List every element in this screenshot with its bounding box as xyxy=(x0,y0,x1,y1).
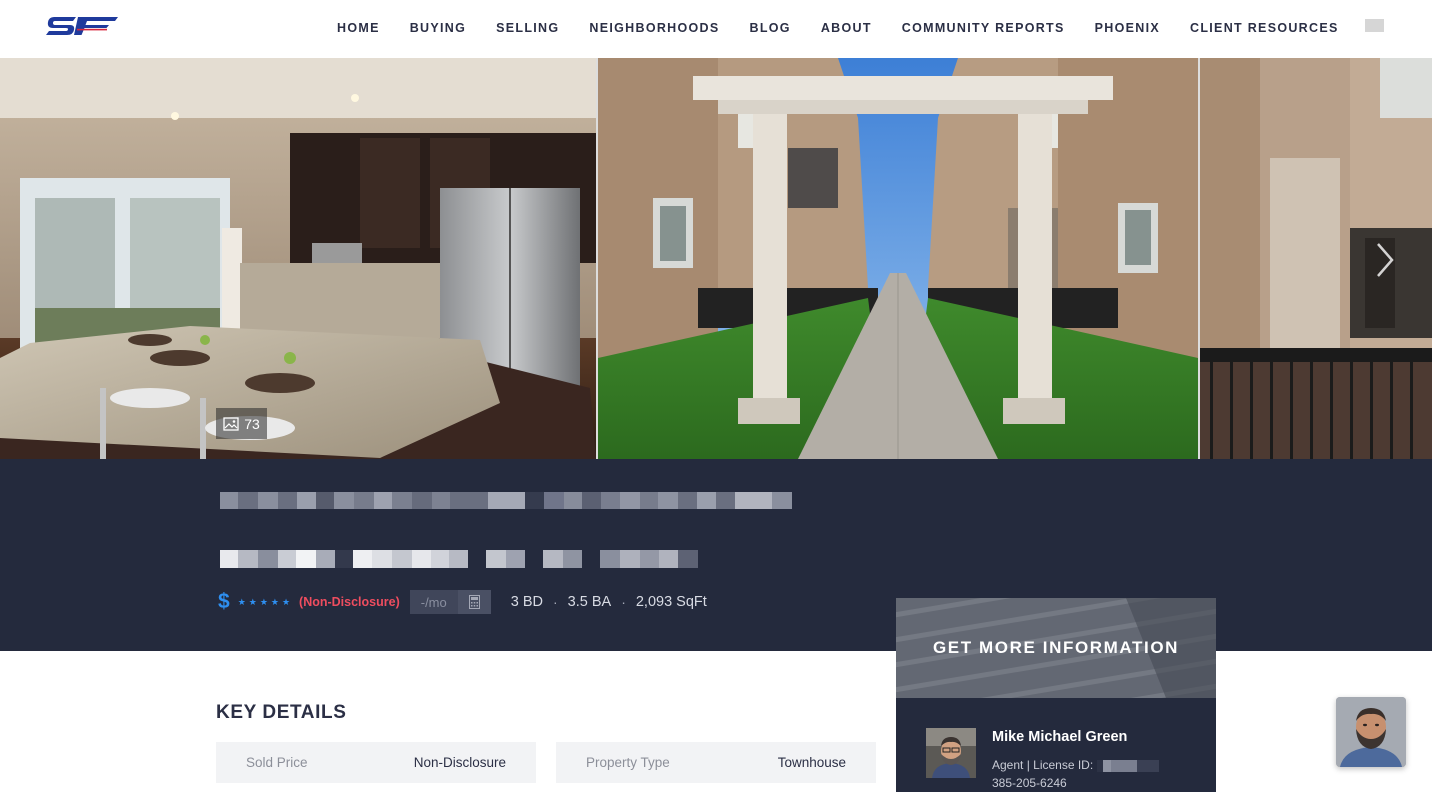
spec-separator: · xyxy=(621,594,626,610)
listing-summary-band xyxy=(0,459,1432,651)
spec-separator: · xyxy=(552,594,558,610)
gallery-photo-exterior[interactable] xyxy=(598,58,1198,459)
photo-gallery xyxy=(0,58,1432,459)
info-panel-title: GET MORE INFORMATION xyxy=(932,638,1180,657)
main-nav: HOME BUYING SELLING NEIGHBORHOODS BLOG A… xyxy=(337,21,1369,35)
detail-sold-price: Sold Price Non-Disclosure xyxy=(216,742,536,783)
agent-license-label: Agent | License ID: xyxy=(992,758,1094,772)
dollar-icon: $ xyxy=(218,590,230,613)
image-icon xyxy=(223,416,239,431)
redacted-address xyxy=(220,492,792,509)
nav-phoenix[interactable]: PHOENIX xyxy=(1095,21,1160,35)
redacted-city xyxy=(220,550,698,568)
calculator-icon xyxy=(458,590,491,614)
nav-selling[interactable]: SELLING xyxy=(496,21,559,35)
baths-count: 3.5 BA xyxy=(567,594,612,610)
sf-logo[interactable] xyxy=(46,14,118,38)
info-panel-header: GET MORE INFORMATION xyxy=(896,598,1216,698)
contact-agent-panel: GET MORE INFORMATION Mike Michael Green … xyxy=(896,598,1216,792)
square-footage: 2,093 SqFt xyxy=(635,594,707,610)
mortgage-calculator-button[interactable]: -/mo xyxy=(409,590,491,614)
beds-count: 3 BD xyxy=(510,594,543,610)
agent-phone-link[interactable]: 385-205-6246 xyxy=(992,776,1067,790)
agent-name: Mike Michael Green xyxy=(992,729,1128,745)
nav-client-resources[interactable]: CLIENT RESOURCES xyxy=(1190,21,1339,35)
nav-blog[interactable]: BLOG xyxy=(750,21,791,35)
agent-avatar[interactable] xyxy=(926,728,976,778)
chat-agent-avatar xyxy=(1336,697,1406,767)
nav-community-reports[interactable]: COMMUNITY REPORTS xyxy=(902,21,1065,35)
price-stars: ★★★★★ xyxy=(237,596,294,607)
key-details-heading: KEY DETAILS xyxy=(216,702,347,723)
photo-count-badge[interactable]: 73 xyxy=(216,408,267,439)
detail-value: Non-Disclosure xyxy=(413,755,506,770)
detail-label: Sold Price xyxy=(246,755,308,770)
detail-property-type: Property Type Townhouse xyxy=(556,742,876,783)
nav-home[interactable]: HOME xyxy=(337,21,380,35)
gallery-next-icon[interactable] xyxy=(1372,240,1398,280)
nav-buying[interactable]: BUYING xyxy=(410,21,466,35)
gallery-photo-kitchen[interactable] xyxy=(0,58,596,459)
price-nondisclosure: (Non-Disclosure) xyxy=(299,595,400,609)
price-row: $ ★★★★★ (Non-Disclosure) -/mo 3 BD · 3.5… xyxy=(218,590,707,614)
nav-neighborhoods[interactable]: NEIGHBORHOODS xyxy=(589,21,719,35)
site-header: HOME BUYING SELLING NEIGHBORHOODS BLOG A… xyxy=(0,0,1432,58)
mortgage-monthly-value: -/mo xyxy=(409,590,458,614)
photo-count-value: 73 xyxy=(244,415,260,432)
nav-about[interactable]: ABOUT xyxy=(821,21,872,35)
detail-label: Property Type xyxy=(586,755,670,770)
agent-license: Agent | License ID: xyxy=(992,758,1160,772)
chat-widget-button[interactable] xyxy=(1336,697,1406,767)
detail-value: Townhouse xyxy=(777,755,846,770)
account-menu-icon[interactable] xyxy=(1365,19,1384,32)
redacted-license-id xyxy=(1097,759,1160,772)
